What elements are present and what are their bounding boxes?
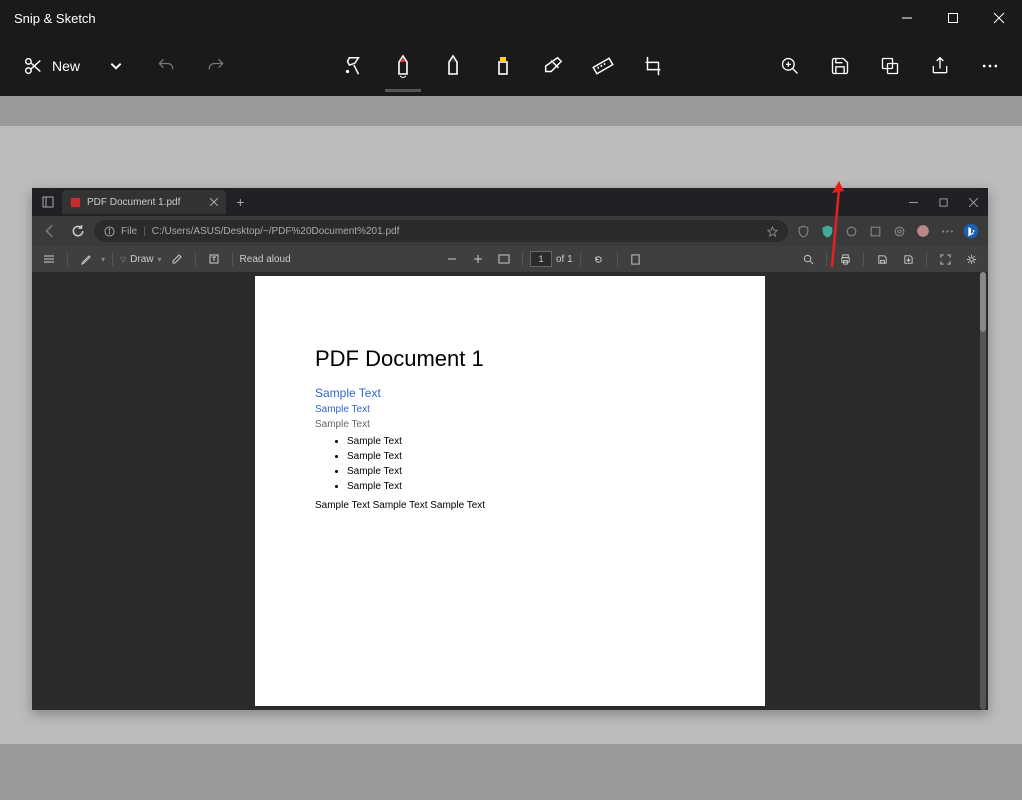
new-tab-button[interactable]: +	[230, 192, 250, 212]
list-item: Sample Text	[347, 464, 705, 479]
doc-heading2: Sample Text	[315, 386, 705, 400]
tab-close-icon[interactable]	[210, 198, 218, 206]
url-input[interactable]: File | C:/Users/ASUS/Desktop/~/PDF%20Doc…	[94, 220, 788, 242]
scrollbar-thumb[interactable]	[980, 272, 986, 332]
pdf-settings-icon[interactable]	[960, 248, 982, 270]
ext-shield2-icon[interactable]	[816, 220, 838, 242]
browser-maximize-icon[interactable]	[928, 188, 958, 216]
pdf-page-total: of 1	[556, 254, 573, 265]
crop-button[interactable]	[631, 44, 675, 88]
doc-title: PDF Document 1	[315, 346, 705, 372]
back-button[interactable]	[38, 219, 62, 243]
window-controls	[884, 0, 1022, 36]
captured-screenshot: PDF Document 1.pdf +	[32, 188, 988, 710]
pdf-fit-icon[interactable]	[493, 248, 515, 270]
refresh-button[interactable]	[66, 219, 90, 243]
ext-collections-icon[interactable]	[864, 220, 886, 242]
pdf-draw-label[interactable]: Draw	[130, 254, 153, 265]
info-icon	[104, 226, 115, 237]
close-button[interactable]	[976, 0, 1022, 36]
pdf-toolbar: ▾ ▽ Draw ▾ Read aloud 1 of 1	[32, 246, 988, 272]
favorite-icon[interactable]	[767, 226, 778, 237]
new-snip-button[interactable]: New	[14, 49, 88, 83]
browser-address-bar: File | C:/Users/ASUS/Desktop/~/PDF%20Doc…	[32, 216, 988, 246]
pdf-highlight-icon[interactable]	[75, 248, 97, 270]
pdf-erase-icon[interactable]	[166, 248, 188, 270]
maximize-button[interactable]	[930, 0, 976, 36]
tab-actions-icon[interactable]	[38, 192, 58, 212]
browser-minimize-icon[interactable]	[898, 188, 928, 216]
pdf-fullscreen-icon[interactable]	[934, 248, 956, 270]
url-text: C:/Users/ASUS/Desktop/~/PDF%20Document%2…	[152, 226, 400, 237]
pdf-text-icon[interactable]	[203, 248, 225, 270]
list-item: Sample Text	[347, 479, 705, 494]
browser-close-icon[interactable]	[958, 188, 988, 216]
tab-title: PDF Document 1.pdf	[87, 197, 180, 208]
pdf-contents-icon[interactable]	[38, 248, 60, 270]
pdf-zoom-out-icon[interactable]	[441, 248, 463, 270]
pdf-search-icon[interactable]	[797, 248, 819, 270]
touch-writing-button[interactable]	[331, 44, 375, 88]
scissors-icon	[22, 55, 44, 77]
zoom-button[interactable]	[768, 44, 812, 88]
pdf-page-input[interactable]: 1	[530, 251, 552, 267]
ballpoint-pen-button[interactable]	[381, 44, 425, 88]
share-button[interactable]	[918, 44, 962, 88]
canvas-area: PDF Document 1.pdf +	[0, 96, 1022, 800]
undo-button[interactable]	[144, 44, 188, 88]
pdf-icon	[70, 197, 81, 208]
list-item: Sample Text	[347, 434, 705, 449]
canvas-bottom-margin	[0, 744, 1022, 800]
ruler-button[interactable]	[581, 44, 625, 88]
pdf-read-aloud-label[interactable]: Read aloud	[240, 254, 291, 265]
browser-tabbar: PDF Document 1.pdf +	[32, 188, 988, 216]
pencil-button[interactable]	[431, 44, 475, 88]
pdf-scrollbar[interactable]	[980, 272, 986, 710]
new-dropdown-button[interactable]	[94, 44, 138, 88]
pdf-rotate-icon[interactable]	[588, 248, 610, 270]
ext-shield-icon[interactable]	[792, 220, 814, 242]
minimize-button[interactable]	[884, 0, 930, 36]
url-prefix: File	[121, 226, 137, 237]
highlighter-button[interactable]	[481, 44, 525, 88]
pdf-print-icon[interactable]	[834, 248, 856, 270]
copy-button[interactable]	[868, 44, 912, 88]
ext-puzzle-icon[interactable]	[840, 220, 862, 242]
pdf-pageview-icon[interactable]	[625, 248, 647, 270]
ext-bing-icon[interactable]	[960, 220, 982, 242]
doc-bullet-list: Sample Text Sample Text Sample Text Samp…	[315, 434, 705, 494]
save-button[interactable]	[818, 44, 862, 88]
eraser-button[interactable]	[531, 44, 575, 88]
redo-button[interactable]	[194, 44, 238, 88]
pdf-page: PDF Document 1 Sample Text Sample Text S…	[255, 276, 765, 706]
main-toolbar: New	[0, 36, 1022, 96]
app-title: Snip & Sketch	[14, 11, 96, 26]
ext-sync-icon[interactable]	[888, 220, 910, 242]
canvas-top-margin	[0, 96, 1022, 126]
new-label: New	[52, 58, 80, 74]
ext-more-icon[interactable]	[936, 220, 958, 242]
titlebar: Snip & Sketch	[0, 0, 1022, 36]
doc-heading3: Sample Text	[315, 404, 705, 415]
doc-paragraph: Sample Text Sample Text Sample Text	[315, 500, 705, 511]
ext-profile-icon[interactable]	[912, 220, 934, 242]
pdf-zoom-in-icon[interactable]	[467, 248, 489, 270]
pdf-canvas[interactable]: PDF Document 1 Sample Text Sample Text S…	[32, 272, 988, 710]
browser-tab[interactable]: PDF Document 1.pdf	[62, 190, 226, 214]
pdf-saveas-icon[interactable]	[897, 248, 919, 270]
list-item: Sample Text	[347, 449, 705, 464]
doc-heading4: Sample Text	[315, 419, 705, 430]
pdf-save-icon[interactable]	[871, 248, 893, 270]
more-button[interactable]	[968, 44, 1012, 88]
